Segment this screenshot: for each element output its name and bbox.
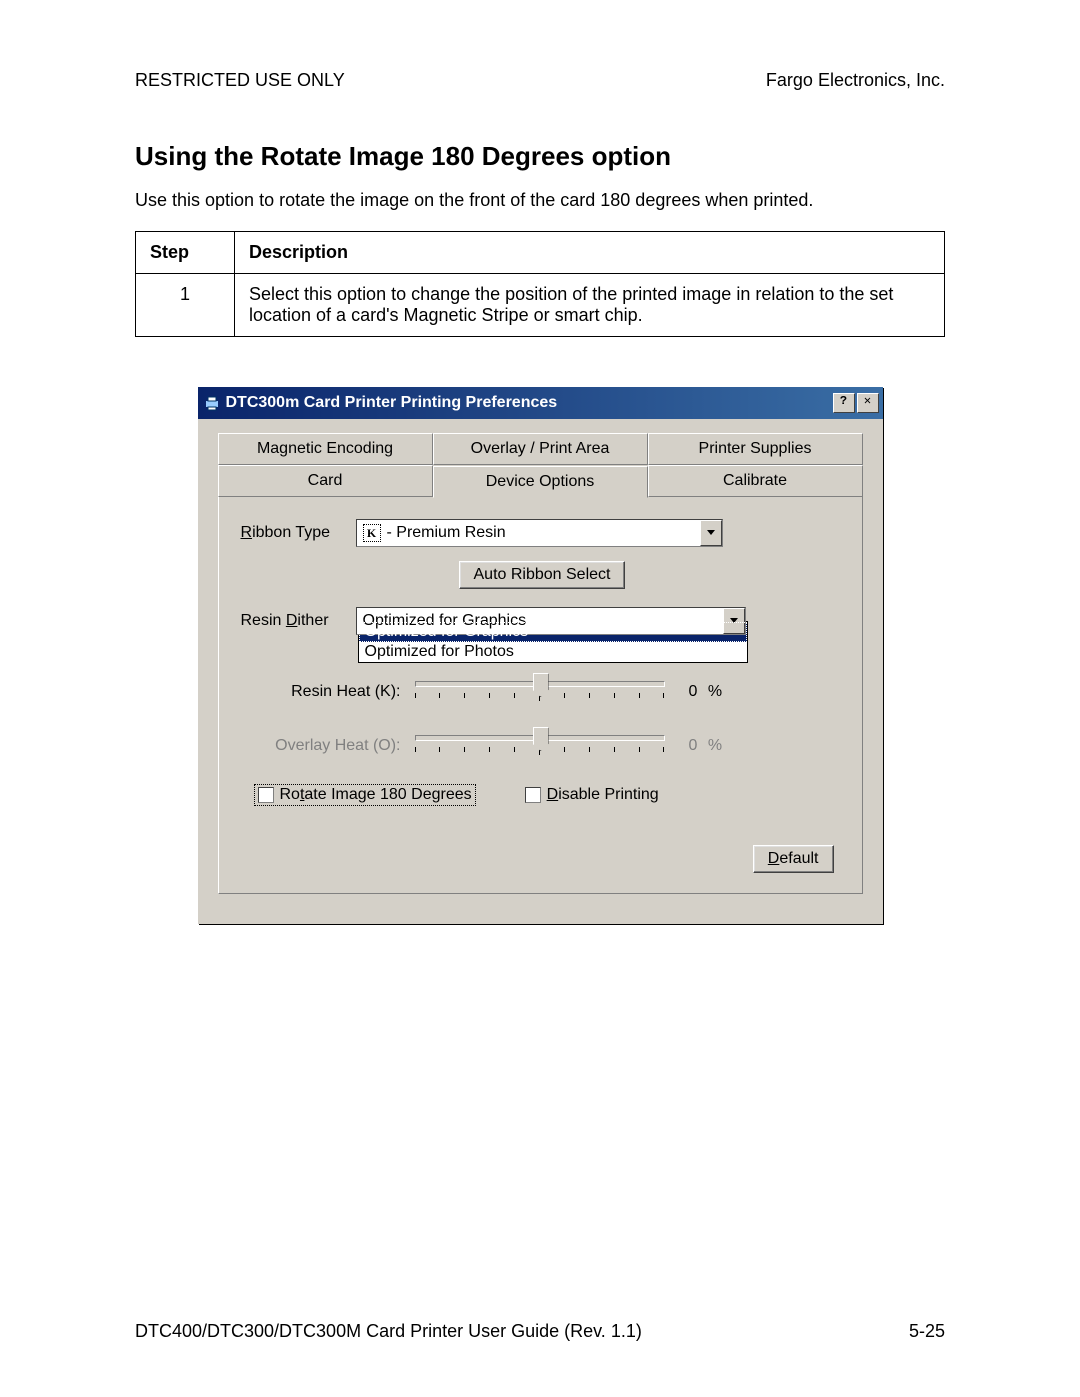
checkbox-row: Rotate Image 180 Degrees Disable Printin… xyxy=(255,785,844,805)
close-button[interactable]: ✕ xyxy=(857,393,879,413)
resin-heat-value: 0 % xyxy=(689,683,726,701)
section-heading: Using the Rotate Image 180 Degrees optio… xyxy=(135,141,945,172)
dropdown-arrow-icon[interactable] xyxy=(700,520,722,546)
overlay-heat-label: Overlay Heat (O): xyxy=(241,737,415,755)
default-button[interactable]: Default xyxy=(753,845,834,873)
section-intro: Use this option to rotate the image on t… xyxy=(135,190,945,211)
page-footer: DTC400/DTC300/DTC300M Card Printer User … xyxy=(135,1321,945,1342)
overlay-heat-value: 0 % xyxy=(689,737,726,755)
dialog-body: Magnetic Encoding Overlay / Print Area P… xyxy=(198,419,883,924)
tab-strip: Magnetic Encoding Overlay / Print Area P… xyxy=(218,433,863,497)
page-header: RESTRICTED USE ONLY Fargo Electronics, I… xyxy=(135,70,945,91)
footer-right: 5-25 xyxy=(909,1321,945,1342)
ribbon-type-combo[interactable]: K - Premium Resin xyxy=(356,519,723,547)
tab-device-options[interactable]: Device Options xyxy=(433,466,648,498)
tab-printer-supplies[interactable]: Printer Supplies xyxy=(648,433,863,465)
col-step: Step xyxy=(136,232,235,274)
document-page: RESTRICTED USE ONLY Fargo Electronics, I… xyxy=(0,0,1080,1397)
rotate-180-label: Rotate Image 180 Degrees xyxy=(280,786,472,804)
ribbon-type-label: Ribbon Type xyxy=(241,524,356,542)
ribbon-type-value: K - Premium Resin xyxy=(357,522,700,544)
resin-heat-slider[interactable] xyxy=(415,677,665,707)
table-row: 1 Select this option to change the posit… xyxy=(136,274,945,337)
ribbon-type-text: - Premium Resin xyxy=(387,524,506,542)
ribbon-k-icon: K xyxy=(363,524,381,542)
tab-magnetic-encoding[interactable]: Magnetic Encoding xyxy=(218,433,433,465)
help-button[interactable]: ? xyxy=(833,393,855,413)
option-optimized-photos[interactable]: Optimized for Photos xyxy=(359,642,747,662)
resin-heat-label: Resin Heat (K): xyxy=(241,683,415,701)
disable-printing-label: Disable Printing xyxy=(547,786,659,804)
tab-panel-device-options: Ribbon Type K - Premium Resin xyxy=(218,497,863,894)
header-left: RESTRICTED USE ONLY xyxy=(135,70,345,91)
steps-table: Step Description 1 Select this option to… xyxy=(135,231,945,337)
checkbox-box[interactable] xyxy=(525,787,541,803)
overlay-heat-row: Overlay Heat (O): 0 % xyxy=(241,731,844,761)
tab-card[interactable]: Card xyxy=(218,465,433,497)
tab-overlay-print-area[interactable]: Overlay / Print Area xyxy=(433,433,648,465)
dropdown-arrow-icon[interactable] xyxy=(723,608,745,634)
dialog-title: DTC300m Card Printer Printing Preference… xyxy=(226,394,833,412)
resin-heat-row: Resin Heat (K): 0 % xyxy=(241,677,844,707)
header-right: Fargo Electronics, Inc. xyxy=(766,70,945,91)
resin-dither-label: Resin Dither xyxy=(241,612,356,630)
checkbox-box[interactable] xyxy=(258,787,274,803)
cell-description: Select this option to change the positio… xyxy=(235,274,945,337)
overlay-heat-slider xyxy=(415,731,665,761)
footer-left: DTC400/DTC300/DTC300M Card Printer User … xyxy=(135,1321,642,1342)
table-header-row: Step Description xyxy=(136,232,945,274)
dialog-screenshot: DTC300m Card Printer Printing Preference… xyxy=(135,387,945,924)
rotate-180-checkbox[interactable]: Rotate Image 180 Degrees xyxy=(255,785,475,805)
disable-printing-checkbox[interactable]: Disable Printing xyxy=(525,785,659,805)
auto-ribbon-select-button[interactable]: Auto Ribbon Select xyxy=(459,561,626,589)
printing-preferences-dialog: DTC300m Card Printer Printing Preference… xyxy=(198,387,883,924)
titlebar[interactable]: DTC300m Card Printer Printing Preference… xyxy=(198,387,883,419)
printer-icon xyxy=(204,395,220,411)
cell-step: 1 xyxy=(136,274,235,337)
tab-calibrate[interactable]: Calibrate xyxy=(648,465,863,497)
col-description: Description xyxy=(235,232,945,274)
